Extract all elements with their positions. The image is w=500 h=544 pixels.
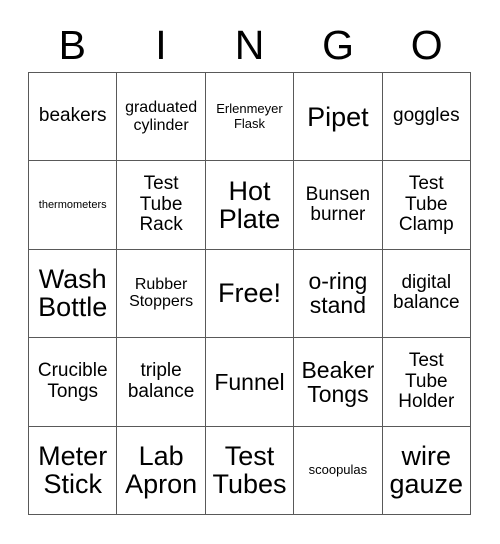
- bingo-cell[interactable]: Funnel: [205, 338, 295, 427]
- bingo-header-row: B I N G O: [28, 18, 471, 72]
- bingo-cell[interactable]: Test Tube Holder: [382, 338, 471, 427]
- bingo-cell-label: Hot Plate: [218, 176, 281, 235]
- bingo-cell[interactable]: triple balance: [117, 338, 206, 427]
- bingo-cell-label: Erlenmeyer Flask: [216, 101, 283, 131]
- bingo-cell[interactable]: Erlenmeyer Flask: [205, 73, 295, 162]
- bingo-cell-label: scoopulas: [308, 462, 368, 478]
- bingo-cell-label: Bunsen burner: [305, 183, 371, 226]
- bingo-cell-label: Meter Stick: [38, 441, 108, 500]
- bingo-cell[interactable]: Test Tube Clamp: [382, 161, 471, 250]
- header-letter-b: B: [58, 21, 86, 68]
- bingo-cell-label: thermometers: [38, 198, 107, 211]
- bingo-cell-label: Free!: [217, 278, 281, 309]
- bingo-cell-label: Lab Apron: [125, 441, 198, 500]
- bingo-cell[interactable]: Test Tube Rack: [117, 161, 206, 250]
- bingo-cell-label: Pipet: [307, 101, 369, 132]
- bingo-cell-label: o-ring stand: [308, 268, 368, 319]
- bingo-cell-label: graduated cylinder: [125, 99, 198, 134]
- bingo-cell[interactable]: goggles: [382, 73, 471, 162]
- bingo-cell-label: wire gauze: [389, 441, 464, 500]
- bingo-cell-label: triple balance: [127, 360, 195, 402]
- bingo-cell-label: Beaker Tongs: [301, 356, 375, 407]
- bingo-cell[interactable]: graduated cylinder: [117, 73, 206, 162]
- bingo-cell[interactable]: Lab Apron: [117, 426, 206, 515]
- bingo-cell-label: Test Tubes: [212, 441, 287, 500]
- bingo-cell[interactable]: Beaker Tongs: [294, 338, 383, 427]
- bingo-cell-label: goggles: [393, 105, 460, 127]
- bingo-cell-label: Test Tube Holder: [398, 350, 455, 413]
- bingo-cell[interactable]: o-ring stand: [294, 249, 383, 339]
- bingo-cell-label: digital balance: [393, 271, 460, 314]
- bingo-card: B I N G O beakers graduated cylinder Erlen…: [0, 0, 500, 544]
- header-letter-g: G: [322, 21, 355, 68]
- bingo-cell[interactable]: Wash Bottle: [29, 249, 118, 339]
- bingo-cell-free-space[interactable]: Free!: [205, 249, 295, 339]
- bingo-cell-label: Wash Bottle: [38, 264, 108, 323]
- bingo-cell[interactable]: beakers: [29, 73, 118, 162]
- header-letter-i: I: [155, 21, 167, 68]
- bingo-cell[interactable]: digital balance: [382, 249, 471, 339]
- bingo-cell[interactable]: Bunsen burner: [294, 161, 383, 250]
- bingo-cell[interactable]: scoopulas: [294, 426, 383, 515]
- bingo-cell[interactable]: Test Tubes: [205, 426, 295, 515]
- bingo-cell[interactable]: Pipet: [294, 73, 383, 162]
- bingo-cell[interactable]: Meter Stick: [29, 426, 118, 515]
- bingo-cell[interactable]: wire gauze: [382, 426, 471, 515]
- bingo-cell[interactable]: thermometers: [29, 161, 118, 250]
- bingo-cell-label: Rubber Stoppers: [129, 275, 194, 311]
- bingo-cell[interactable]: Rubber Stoppers: [117, 249, 206, 339]
- header-letter-o: O: [410, 21, 443, 68]
- bingo-cell[interactable]: Crucible Tongs: [29, 338, 118, 427]
- bingo-cell-label: Crucible Tongs: [37, 360, 108, 402]
- bingo-cell-label: Funnel: [214, 368, 285, 395]
- bingo-grid: beakers graduated cylinder Erlenmeyer Flas…: [28, 72, 471, 515]
- bingo-cell-label: Test Tube Rack: [139, 173, 183, 236]
- bingo-cell[interactable]: Hot Plate: [205, 161, 295, 250]
- header-letter-n: N: [234, 21, 265, 68]
- bingo-cell-label: Test Tube Clamp: [398, 173, 454, 236]
- bingo-cell-label: beakers: [38, 105, 107, 127]
